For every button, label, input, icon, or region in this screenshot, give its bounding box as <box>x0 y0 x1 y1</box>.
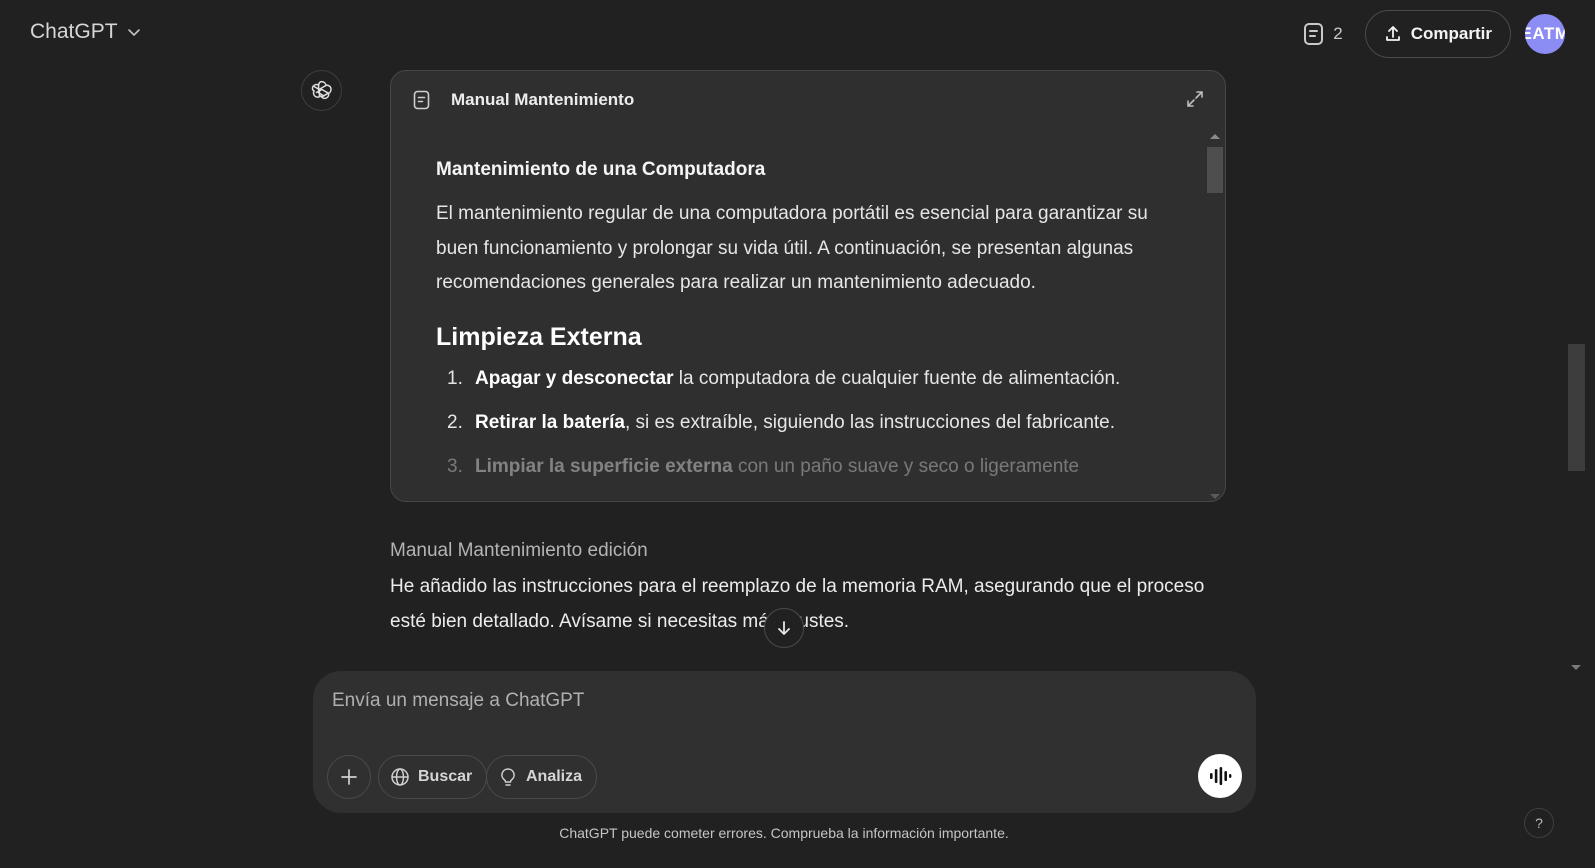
scroll-to-bottom-button[interactable] <box>764 608 804 648</box>
document-icon <box>1304 23 1324 45</box>
plus-icon <box>341 769 357 785</box>
upload-icon <box>1385 26 1400 41</box>
voice-mode-button[interactable] <box>1198 754 1242 798</box>
list-item: 2. Retirar la batería, si es extraíble, … <box>436 410 1176 436</box>
scroll-down-arrow[interactable] <box>1210 494 1220 499</box>
list-text: Apagar y desconectar la computadora de c… <box>475 366 1120 392</box>
voice-waveform-icon <box>1210 767 1232 785</box>
list-number: 2. <box>447 411 463 433</box>
share-button[interactable]: Compartir <box>1364 10 1511 58</box>
cleaning-steps-list: 1. Apagar y desconectar la computadora d… <box>436 366 1176 480</box>
canvas-title: Manual Mantenimiento <box>451 90 635 109</box>
list-bold: Apagar y desconectar <box>475 367 674 389</box>
section-title: Limpieza Externa <box>436 322 642 351</box>
expand-icon[interactable] <box>1185 89 1205 109</box>
canvas-edit-label[interactable]: Manual Mantenimiento edición <box>390 540 648 562</box>
list-number: 1. <box>447 367 463 389</box>
message-composer: Envía un mensaje a ChatGPT Buscar Analiz… <box>313 671 1256 813</box>
avatar-initials: EATM <box>1525 24 1565 43</box>
list-item: 1. Apagar y desconectar la computadora d… <box>436 366 1176 392</box>
scroll-up-arrow[interactable] <box>1210 134 1220 139</box>
list-rest: la computadora de cualquier fuente de al… <box>673 367 1121 389</box>
help-button[interactable]: ? <box>1524 808 1554 838</box>
message-input[interactable]: Envía un mensaje a ChatGPT <box>332 690 584 712</box>
list-rest: , si es extraíble, siguiendo las instruc… <box>624 411 1116 433</box>
document-intro: El mantenimiento regular de una computad… <box>436 203 1148 293</box>
header-actions: 2 Compartir EATM <box>1297 10 1565 58</box>
scrollbar-thumb[interactable] <box>1207 147 1223 193</box>
analyze-label: Analiza <box>526 768 583 785</box>
chevron-down-icon <box>127 29 140 36</box>
openai-logo-icon <box>301 70 342 111</box>
page-scrollbar[interactable] <box>1568 340 1585 670</box>
list-number: 3. <box>447 455 463 477</box>
disclaimer-text: ChatGPT puede cometer errores. Comprueba… <box>559 825 1009 841</box>
page-scrollbar-thumb[interactable] <box>1568 344 1585 471</box>
list-text: Limpiar la superficie externa con un pañ… <box>475 454 1079 480</box>
search-label: Buscar <box>418 768 473 785</box>
canvas-scrollbar[interactable] <box>1206 133 1223 499</box>
lightbulb-icon <box>501 768 515 786</box>
search-button[interactable]: Buscar <box>378 755 488 799</box>
canvas-documents-button[interactable]: 2 <box>1297 14 1348 54</box>
list-text: Retirar la batería, si es extraíble, sig… <box>475 410 1115 436</box>
list-item: 3. Limpiar la superficie externa con un … <box>436 454 1176 480</box>
document-icon <box>413 90 430 110</box>
globe-icon <box>391 768 409 786</box>
assistant-message: He añadido las instrucciones para el ree… <box>390 576 1205 632</box>
canvas-content: Mantenimiento de una Computadora El mant… <box>436 159 1176 498</box>
analyze-button[interactable]: Analiza <box>486 755 598 799</box>
list-bold: Limpiar la superficie externa <box>475 455 733 477</box>
page-scroll-down-arrow[interactable] <box>1571 665 1581 670</box>
model-selector[interactable]: ChatGPT <box>30 20 142 44</box>
document-heading: Mantenimiento de una Computadora <box>436 159 766 180</box>
canvas-header: Manual Mantenimiento <box>391 71 1225 129</box>
arrow-down-icon <box>778 621 790 635</box>
canvas-document-card[interactable]: Manual Mantenimiento Mantenimiento de un… <box>390 70 1226 502</box>
attach-button[interactable] <box>327 755 371 799</box>
share-label: Compartir <box>1410 24 1492 43</box>
list-bold: Retirar la batería <box>475 411 625 433</box>
model-name: ChatGPT <box>30 20 118 43</box>
avatar[interactable]: EATM <box>1525 14 1565 54</box>
list-rest: con un paño suave y seco o ligeramente <box>732 455 1080 477</box>
document-count: 2 <box>1333 24 1343 43</box>
